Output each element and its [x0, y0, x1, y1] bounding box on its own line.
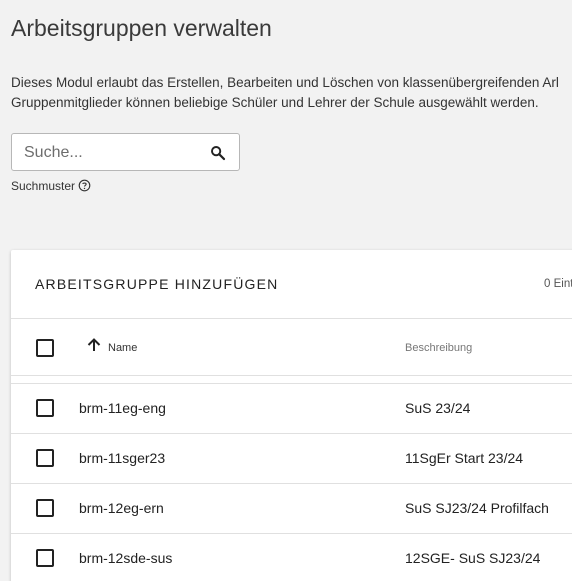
page-description: Dieses Modul erlaubt das Erstellen, Bear…	[11, 73, 559, 113]
search-box[interactable]	[11, 133, 240, 171]
row-name: brm-12sde-sus	[79, 550, 173, 566]
search-input[interactable]	[24, 142, 194, 164]
card-title: ARBEITSGRUPPE HINZUFÜGEN	[35, 276, 279, 292]
search-pattern: Suchmuster	[11, 179, 91, 193]
description-line-1: Dieses Modul erlaubt das Erstellen, Bear…	[11, 75, 559, 90]
table-row[interactable]: brm-12sde-sus 12SGE- SuS SJ23/24	[11, 533, 572, 581]
row-checkbox[interactable]	[36, 549, 54, 567]
table-body: brm-11eg-eng SuS 23/24 brm-11sger23 11Sg…	[11, 383, 572, 581]
entries-count: 0 Eint	[544, 278, 572, 290]
search-icon[interactable]	[209, 144, 227, 162]
select-all-checkbox[interactable]	[36, 339, 54, 357]
row-description: 11SgEr Start 23/24	[405, 450, 524, 466]
row-name: brm-11eg-eng	[79, 400, 166, 416]
table-header: Name Beschreibung	[11, 319, 572, 376]
column-header-description[interactable]: Beschreibung	[405, 342, 472, 354]
row-name: brm-11sger23	[79, 450, 166, 466]
row-description: 12SGE- SuS SJ23/24	[405, 550, 541, 566]
row-description: SuS SJ23/24 Profilfach	[405, 500, 549, 516]
table-row[interactable]: brm-11eg-eng SuS 23/24	[11, 383, 572, 433]
row-checkbox[interactable]	[36, 399, 54, 417]
row-checkbox[interactable]	[36, 449, 54, 467]
card-header: ARBEITSGRUPPE HINZUFÜGEN 0 Eint	[11, 250, 572, 319]
arrow-up-icon[interactable]	[86, 337, 102, 353]
row-name: brm-12eg-ern	[79, 500, 164, 516]
page: Arbeitsgruppen verwalten Dieses Modul er…	[0, 0, 572, 581]
table-row[interactable]: brm-12eg-ern SuS SJ23/24 Profilfach	[11, 483, 572, 533]
table-row[interactable]: brm-11sger23 11SgEr Start 23/24	[11, 433, 572, 483]
help-circle-icon[interactable]	[78, 179, 91, 192]
search-pattern-label: Suchmuster	[11, 179, 76, 193]
row-checkbox[interactable]	[36, 499, 54, 517]
page-title: Arbeitsgruppen verwalten	[11, 15, 272, 41]
workgroups-card: ARBEITSGRUPPE HINZUFÜGEN 0 Eint Name Bes…	[11, 250, 572, 581]
description-line-2: Gruppenmitglieder können beliebige Schül…	[11, 95, 539, 110]
column-header-name[interactable]: Name	[108, 342, 137, 354]
row-description: SuS 23/24	[405, 400, 471, 416]
